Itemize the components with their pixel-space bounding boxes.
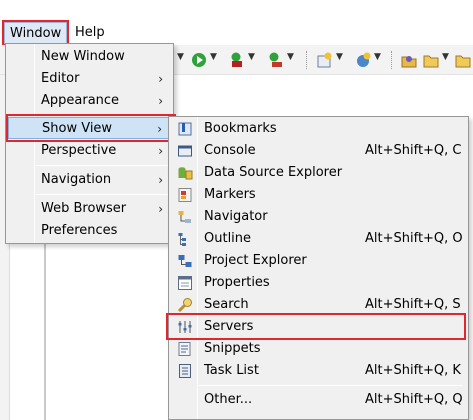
debug-dropdown-icon[interactable]: ▼ [177, 52, 184, 62]
toolbar-separator [391, 51, 392, 69]
menu-item-label: Bookmarks [204, 121, 277, 136]
menu-item-appearance[interactable]: Appearance › [8, 90, 171, 112]
menu-item-label: Appearance [41, 93, 120, 108]
new-wizard-icon[interactable] [316, 51, 334, 69]
menu-item-navigation[interactable]: Navigation › [8, 169, 171, 191]
menu-item-label: Other... [204, 392, 253, 407]
menu-item-show-view[interactable]: Show View › [8, 117, 171, 139]
menu-item-outline[interactable]: Outline Alt+Shift+Q, O [171, 228, 466, 250]
menu-item-search[interactable]: Search Alt+Shift+Q, S [171, 294, 466, 316]
menu-bar: Window Help [0, 0, 473, 45]
coverage-icon[interactable] [266, 51, 284, 69]
project-explorer-icon [178, 255, 192, 267]
menu-item-servers[interactable]: Servers [171, 316, 466, 338]
open-folder-icon[interactable] [422, 51, 440, 69]
new-wizard-dropdown-icon[interactable]: ▼ [336, 52, 343, 62]
bookmarks-icon [178, 122, 192, 136]
new-server-icon[interactable] [354, 51, 372, 69]
submenu-arrow-icon: › [158, 72, 163, 86]
menu-item-label: Project Explorer [204, 253, 307, 268]
menu-item-label: Perspective [41, 143, 117, 158]
menu-item-label: Outline [204, 231, 252, 246]
menu-help[interactable]: Help [70, 22, 110, 45]
menu-item-label: Markers [204, 187, 256, 202]
properties-icon [178, 276, 192, 290]
submenu-arrow-icon: › [158, 144, 163, 158]
navigator-icon [178, 211, 191, 223]
submenu-arrow-icon: › [158, 94, 163, 108]
menu-item-data-source-explorer[interactable]: Data Source Explorer [171, 162, 466, 184]
menu-item-shortcut: Alt+Shift+Q, Q [365, 392, 463, 407]
window-menu: New Window Editor › Appearance › Show Vi… [5, 43, 174, 244]
submenu-arrow-icon: › [158, 202, 163, 216]
menu-item-snippets[interactable]: Snippets [171, 338, 466, 360]
menu-item-label: Task List [204, 363, 259, 378]
markers-icon [178, 188, 192, 202]
menu-item-label: New Window [41, 49, 125, 64]
menu-item-bookmarks[interactable]: Bookmarks [171, 118, 466, 140]
console-icon [178, 145, 192, 157]
show-view-menu: Bookmarks Console Alt+Shift+Q, C Data So… [168, 116, 469, 420]
external-tools-dropdown-icon[interactable]: ▼ [248, 52, 255, 62]
open-folder-dropdown-icon[interactable]: ▼ [442, 52, 449, 62]
submenu-arrow-icon: › [158, 173, 163, 187]
menu-item-label: Snippets [204, 341, 261, 356]
menu-item-shortcut: Alt+Shift+Q, C [365, 143, 462, 158]
menu-item-label: Properties [204, 275, 270, 290]
submenu-arrow-icon: › [157, 122, 162, 136]
menu-item-label: Editor [41, 71, 80, 86]
search-icon [177, 298, 192, 313]
menu-item-project-explorer[interactable]: Project Explorer [171, 250, 466, 272]
menu-item-task-list[interactable]: Task List Alt+Shift+Q, K [171, 360, 466, 382]
menu-separator [36, 114, 171, 115]
menu-item-perspective[interactable]: Perspective › [8, 140, 171, 162]
menu-item-shortcut: Alt+Shift+Q, K [365, 363, 461, 378]
data-source-icon [178, 167, 193, 180]
menu-item-editor[interactable]: Editor › [8, 68, 171, 90]
menu-item-label: Preferences [41, 223, 118, 238]
menu-item-label: Console [204, 143, 256, 158]
menu-item-web-browser[interactable]: Web Browser › [8, 198, 171, 220]
open-type-icon[interactable] [400, 51, 418, 69]
menu-item-shortcut: Alt+Shift+Q, O [365, 231, 463, 246]
menu-item-properties[interactable]: Properties [171, 272, 466, 294]
open-file-icon[interactable] [454, 51, 472, 69]
menu-item-shortcut: Alt+Shift+Q, S [365, 297, 461, 312]
menu-separator [36, 194, 171, 195]
menu-separator [36, 165, 171, 166]
menu-item-label: Search [204, 297, 249, 312]
menu-item-label: Show View [42, 121, 113, 136]
outline-icon [178, 233, 186, 246]
coverage-dropdown-icon[interactable]: ▼ [287, 52, 294, 62]
task-list-icon [179, 364, 191, 378]
new-server-dropdown-icon[interactable]: ▼ [374, 52, 381, 62]
run-icon[interactable] [190, 51, 208, 69]
toolbar-separator [306, 51, 307, 69]
servers-icon [178, 321, 192, 333]
menu-window[interactable]: Window [4, 22, 67, 45]
menu-item-label: Web Browser [41, 201, 127, 216]
menu-item-preferences[interactable]: Preferences [8, 220, 171, 242]
menu-item-label: Navigation [41, 172, 112, 187]
menu-item-new-window[interactable]: New Window [8, 46, 171, 68]
menu-item-label: Navigator [204, 209, 268, 224]
menu-item-other[interactable]: Other... Alt+Shift+Q, Q [171, 389, 466, 411]
menu-item-navigator[interactable]: Navigator [171, 206, 466, 228]
menu-item-console[interactable]: Console Alt+Shift+Q, C [171, 140, 466, 162]
menu-item-label: Data Source Explorer [204, 165, 343, 180]
snippets-icon [178, 342, 191, 356]
run-dropdown-icon[interactable]: ▼ [210, 52, 217, 62]
menu-separator [199, 385, 462, 386]
menu-item-label: Servers [204, 319, 254, 334]
external-tools-icon[interactable] [228, 51, 246, 69]
menu-item-markers[interactable]: Markers [171, 184, 466, 206]
